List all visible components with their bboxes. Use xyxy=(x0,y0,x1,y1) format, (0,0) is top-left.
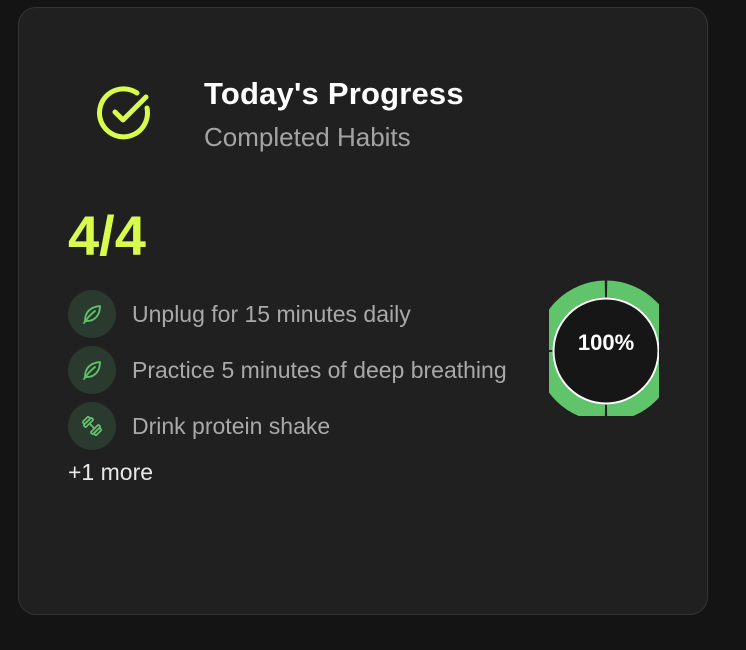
leaf-icon xyxy=(68,346,116,394)
check-circle-icon xyxy=(94,82,156,144)
more-habits-link[interactable]: +1 more xyxy=(68,459,153,486)
card-title: Today's Progress xyxy=(204,76,464,111)
progress-card: Today's Progress Completed Habits 4/4 Un… xyxy=(18,7,708,615)
list-item: Practice 5 minutes of deep breathing xyxy=(68,346,568,394)
dumbbell-icon xyxy=(68,402,116,450)
card-subtitle: Completed Habits xyxy=(204,122,411,152)
habit-label: Unplug for 15 minutes daily xyxy=(132,301,411,327)
habit-label: Practice 5 minutes of deep breathing xyxy=(132,357,507,383)
list-item: Unplug for 15 minutes daily xyxy=(68,290,568,338)
habit-list: Unplug for 15 minutes daily Practice 5 m… xyxy=(68,290,568,458)
progress-percent: 100% xyxy=(577,330,635,355)
completed-count: 4/4 xyxy=(68,204,146,267)
list-item: Drink protein shake xyxy=(68,402,568,450)
leaf-icon xyxy=(68,290,116,338)
habit-label: Drink protein shake xyxy=(132,413,331,439)
